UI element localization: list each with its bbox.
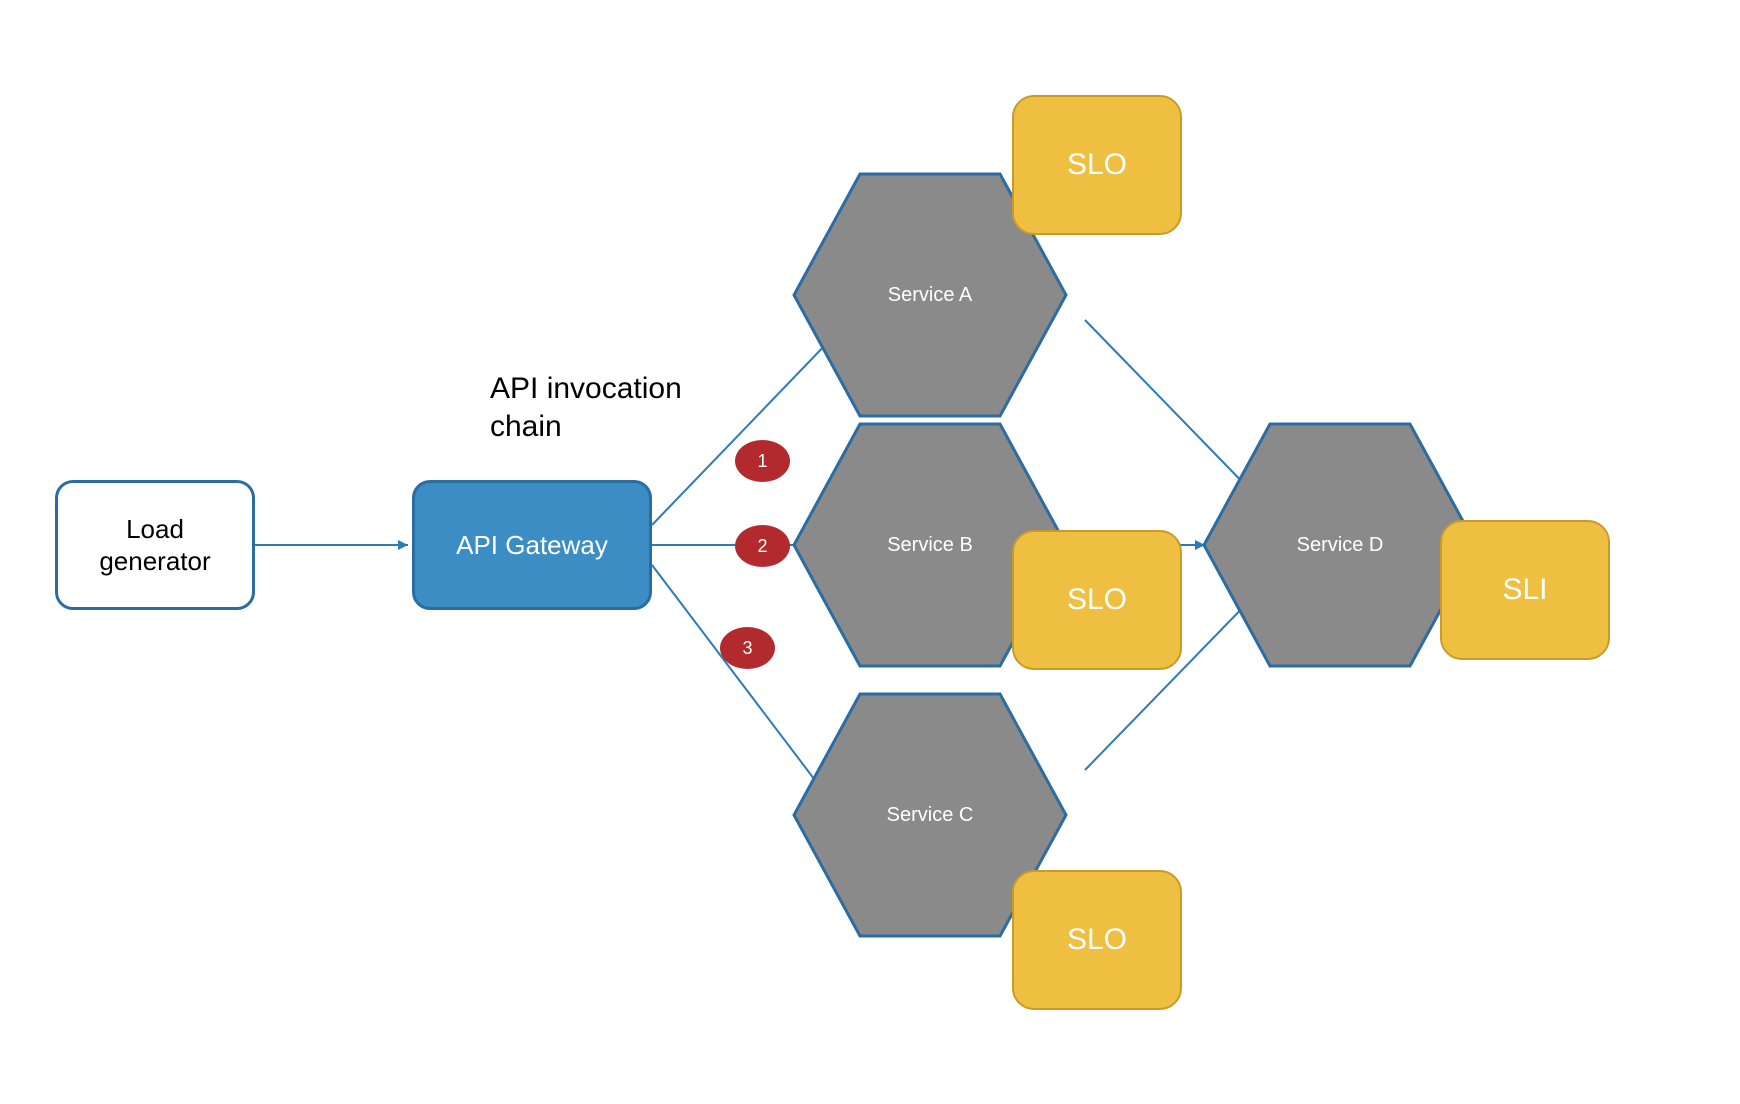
slo-badge-b: SLO [1012, 530, 1182, 670]
slo-badge-a: SLO [1012, 95, 1182, 235]
load-generator: Load generator [55, 480, 255, 610]
api-gateway: API Gateway [412, 480, 652, 610]
slo-badge-c: SLO [1012, 870, 1182, 1010]
diagram-title-line2: chain [490, 408, 750, 446]
service-d: Service D [1200, 420, 1480, 670]
sli-badge-d: SLI [1440, 520, 1610, 660]
chain-number-3: 3 [720, 627, 775, 669]
diagram-title: API invocation chain [490, 370, 750, 445]
chain-number-1: 1 [735, 440, 790, 482]
diagram-title-line1: API invocation [490, 370, 750, 408]
chain-number-2: 2 [735, 525, 790, 567]
